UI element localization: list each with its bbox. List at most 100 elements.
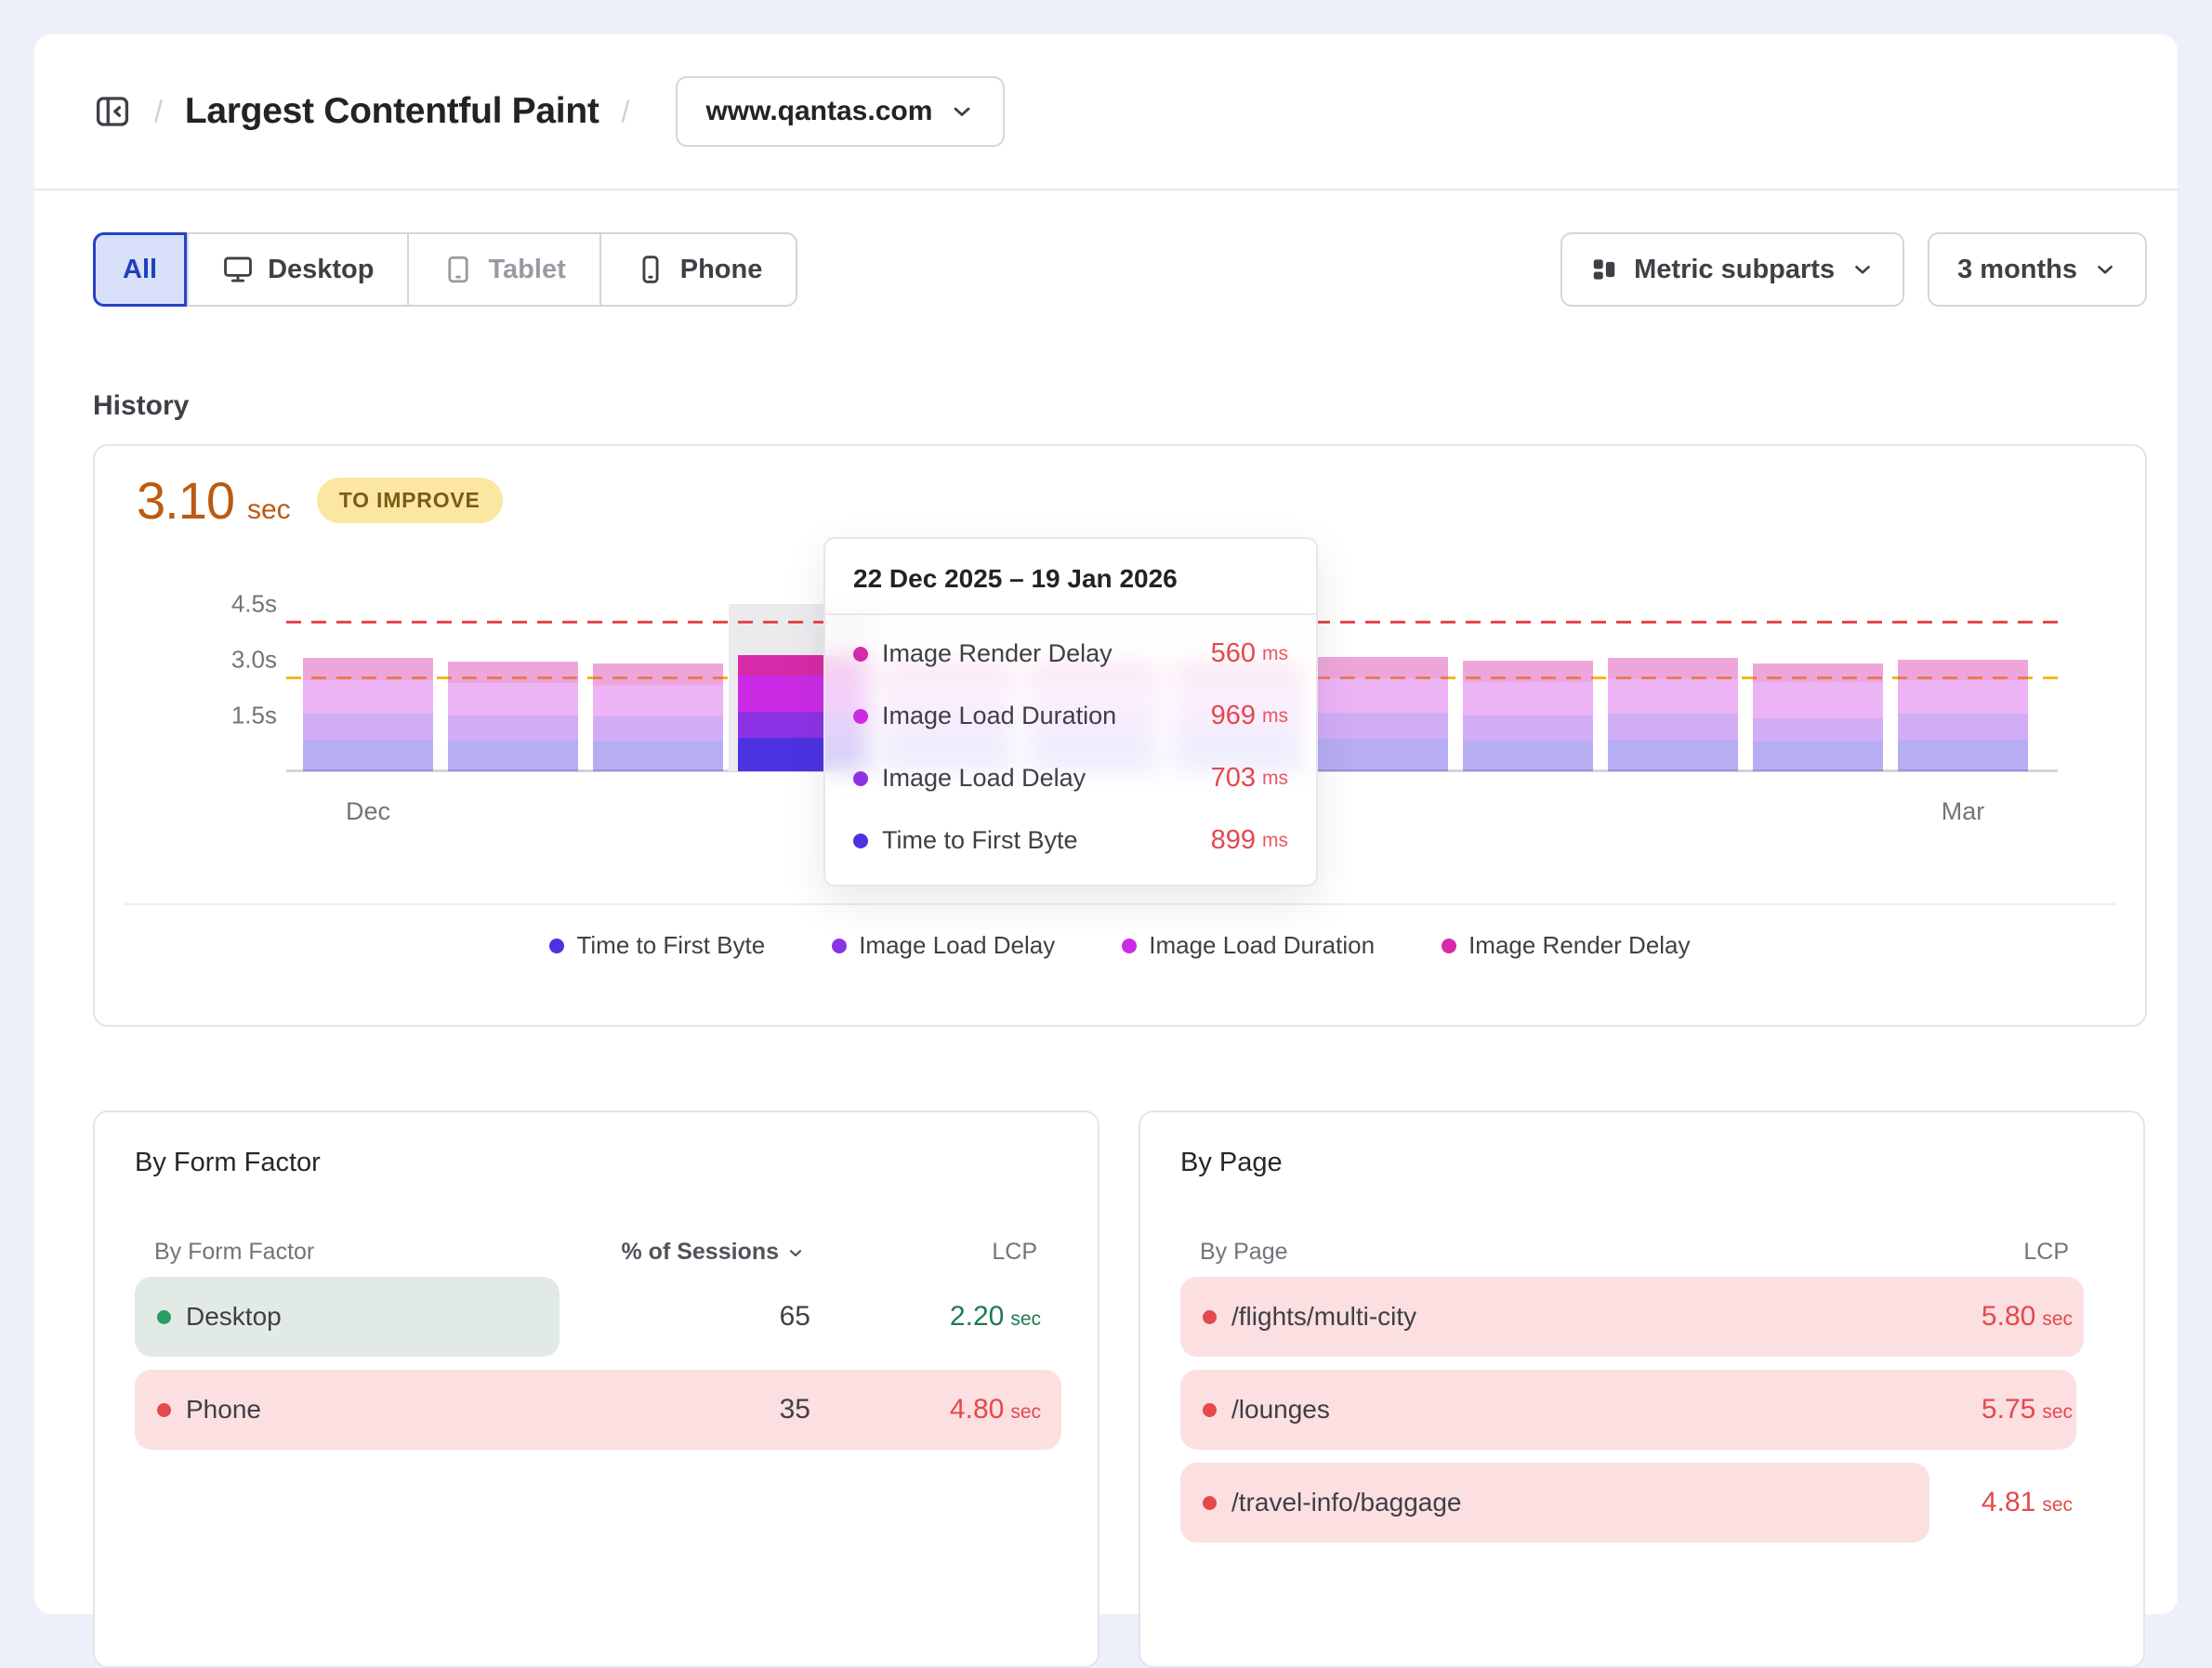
lcp-number: 5.75	[1982, 1394, 2035, 1425]
legend-item: Image Load Duration	[1122, 931, 1375, 960]
tooltip-value: 899	[1211, 825, 1256, 856]
tablet-icon	[442, 254, 474, 285]
lcp-cell: 4.81sec	[1982, 1463, 2073, 1543]
bar-segment	[1318, 678, 1448, 713]
breadcrumb-separator: /	[154, 95, 163, 129]
legend-divider	[125, 903, 2115, 905]
status-dot	[157, 1310, 171, 1324]
tooltip-value: 560	[1211, 638, 1256, 669]
lcp-number: 4.80	[950, 1394, 1004, 1425]
status-dot	[157, 1403, 171, 1417]
lcp-unit: sec	[1010, 1308, 1041, 1331]
tooltip-row: Image Load Delay703ms	[853, 763, 1288, 794]
history-section-title: History	[93, 390, 189, 422]
bar-segment	[1318, 713, 1448, 739]
row-label: Desktop	[186, 1302, 282, 1332]
legend-label: Image Load Delay	[859, 931, 1055, 960]
legend-dot	[832, 939, 847, 953]
legend-label: Image Load Duration	[1149, 931, 1375, 960]
period-label: 3 months	[1957, 255, 2077, 285]
status-badge: TO IMPROVE	[317, 478, 503, 523]
legend-item: Image Render Delay	[1442, 931, 1690, 960]
tooltip-unit: ms	[1262, 705, 1288, 728]
tooltip-unit: ms	[1262, 643, 1288, 665]
bar-segment	[593, 663, 723, 684]
bar-segment	[593, 716, 723, 742]
tab-desktop[interactable]: Desktop	[187, 234, 407, 305]
history-bar[interactable]	[593, 663, 723, 771]
site-selector-button[interactable]: www.qantas.com	[676, 76, 1005, 147]
sort-chevron-icon	[786, 1243, 805, 1262]
page-title: Largest Contentful Paint	[185, 91, 599, 132]
bar-segment	[1898, 660, 2028, 680]
column-lcp: LCP	[2023, 1239, 2069, 1266]
table-header: By Page LCP	[1200, 1239, 2069, 1272]
toolbar-actions: Metric subparts 3 months	[1560, 232, 2147, 307]
blocks-icon	[1590, 256, 1618, 283]
tooltip-row: Image Render Delay560ms	[853, 638, 1288, 669]
column-lcp: LCP	[992, 1239, 1037, 1266]
column-sessions-label: % of Sessions	[622, 1239, 780, 1266]
toolbar: All Desktop Tablet Phone	[93, 232, 2147, 307]
history-bar[interactable]	[1753, 663, 1883, 771]
tab-all[interactable]: All	[93, 232, 187, 307]
history-bar[interactable]	[1608, 658, 1738, 771]
table-row[interactable]: /flights/multi-city5.80sec	[1180, 1277, 2084, 1357]
row-head: Desktop	[157, 1277, 282, 1357]
status-dot	[1203, 1310, 1217, 1324]
chevron-down-icon	[2093, 257, 2117, 282]
row-head: /travel-info/baggage	[1203, 1463, 1462, 1543]
bar-segment	[303, 740, 433, 771]
metric-subparts-button[interactable]: Metric subparts	[1560, 232, 1904, 307]
bar-segment	[1898, 680, 2028, 713]
table-row[interactable]: /lounges5.75sec	[1180, 1370, 2084, 1450]
column-form-factor: By Form Factor	[154, 1239, 314, 1266]
bar-segment	[1318, 739, 1448, 771]
bar-segment	[448, 716, 578, 741]
legend-dot	[1442, 939, 1456, 953]
history-bar[interactable]	[1318, 657, 1448, 771]
chevron-down-icon	[1850, 257, 1875, 282]
bar-segment	[1898, 714, 2028, 740]
column-page: By Page	[1200, 1239, 1288, 1266]
tab-tablet[interactable]: Tablet	[407, 234, 599, 305]
row-label: Phone	[186, 1395, 261, 1425]
legend-item: Time to First Byte	[549, 931, 765, 960]
period-selector-button[interactable]: 3 months	[1928, 232, 2147, 307]
sidebar-collapse-icon[interactable]	[93, 92, 132, 131]
bar-segment	[593, 742, 723, 771]
lcp-number: 4.81	[1982, 1487, 2035, 1518]
form-factor-card: By Form Factor By Form Factor % of Sessi…	[93, 1110, 1099, 1668]
tooltip-row: Image Load Duration 969 ms	[853, 701, 1288, 731]
table-row[interactable]: /travel-info/baggage 4.81sec	[1180, 1463, 2084, 1543]
series-dot	[853, 709, 868, 724]
tooltip-rows: Image Render Delay560msImage Load Durati…	[825, 615, 1316, 885]
column-sessions-sort[interactable]: % of Sessions	[622, 1239, 806, 1266]
history-bar[interactable]	[1463, 661, 1593, 771]
tooltip-title: 22 Dec 2025 – 19 Jan 2026	[825, 539, 1316, 613]
lcp-number: 2.20	[950, 1301, 1004, 1333]
bar-segment	[1608, 658, 1738, 680]
bar-segment	[1608, 679, 1738, 714]
history-bar[interactable]	[1898, 660, 2028, 771]
table-row[interactable]: Desktop 65 2.20 sec	[135, 1277, 1061, 1357]
header: / Largest Contentful Paint / www.qantas.…	[34, 34, 2178, 190]
tooltip-value: 969	[1211, 701, 1256, 731]
legend-label: Time to First Byte	[576, 931, 765, 960]
lcp-unit: sec	[2042, 1401, 2073, 1424]
card-title: By Form Factor	[135, 1148, 321, 1178]
status-dot	[1203, 1403, 1217, 1417]
row-head: /flights/multi-city	[1203, 1277, 1416, 1357]
form-factor-rows: Desktop 65 2.20 sec Phone354.80sec	[135, 1277, 1061, 1463]
lcp-number: 5.80	[1982, 1301, 2035, 1333]
history-bar[interactable]	[448, 662, 578, 771]
history-bar[interactable]	[303, 658, 433, 771]
tooltip-label: Image Load Duration	[882, 702, 1116, 730]
tab-phone[interactable]: Phone	[599, 234, 797, 305]
tooltip-unit: ms	[1262, 830, 1288, 852]
x-axis-label-mar: Mar	[1898, 797, 2028, 826]
legend-dot	[1122, 939, 1137, 953]
tooltip-unit: ms	[1262, 768, 1288, 790]
sessions-value: 65	[780, 1277, 810, 1357]
table-row[interactable]: Phone354.80sec	[135, 1370, 1061, 1450]
